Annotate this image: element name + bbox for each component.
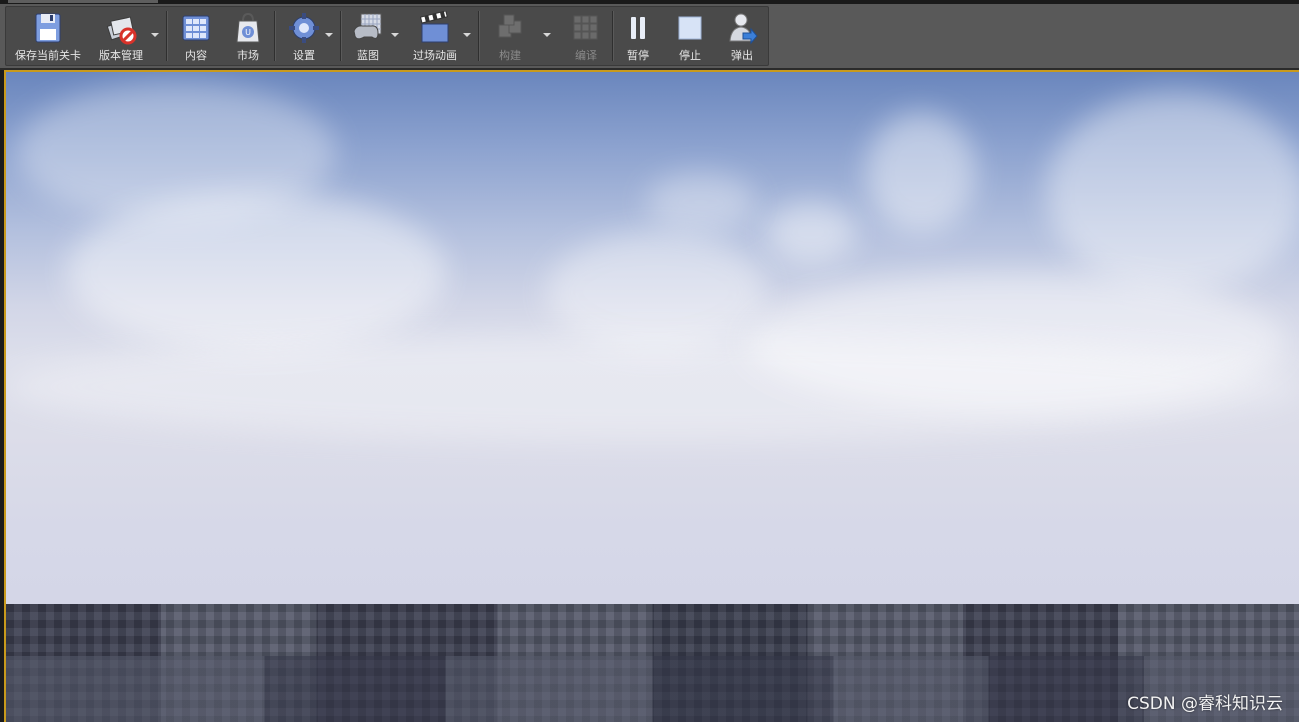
svg-text:U: U bbox=[245, 28, 251, 37]
marketplace-button[interactable]: U 市场 bbox=[224, 7, 272, 65]
cloud bbox=[66, 192, 446, 352]
eject-label: 弹出 bbox=[731, 49, 753, 62]
blueprints-label: 蓝图 bbox=[357, 49, 379, 62]
cloud bbox=[1046, 92, 1299, 292]
cinematics-button[interactable]: 过场动画 bbox=[406, 7, 464, 65]
clapperboard-icon bbox=[419, 11, 449, 43]
stop-icon bbox=[678, 16, 702, 40]
toolbar-separator bbox=[166, 11, 168, 61]
compile-cube-icon bbox=[573, 15, 598, 40]
version-control-dropdown[interactable] bbox=[148, 7, 162, 65]
marketplace-bag-icon: U bbox=[236, 12, 260, 43]
checker-ground-plane bbox=[6, 604, 1299, 722]
cloud bbox=[866, 112, 976, 232]
pause-icon bbox=[631, 17, 645, 39]
content-label: 内容 bbox=[185, 49, 207, 62]
chevron-down-icon bbox=[463, 33, 471, 37]
sky-background bbox=[6, 72, 1299, 604]
build-dropdown[interactable] bbox=[540, 7, 554, 65]
compile-button[interactable]: 编译 bbox=[558, 7, 614, 65]
toolbar-separator bbox=[478, 11, 480, 61]
cloud bbox=[646, 172, 756, 232]
level-tab[interactable] bbox=[8, 0, 158, 3]
chevron-down-icon bbox=[325, 33, 333, 37]
blueprints-button[interactable]: 蓝图 bbox=[344, 7, 392, 65]
stop-label: 停止 bbox=[679, 49, 701, 62]
toolbar-separator bbox=[612, 11, 614, 61]
compile-label: 编译 bbox=[575, 49, 597, 62]
pause-label: 暂停 bbox=[627, 49, 649, 62]
content-button[interactable]: 内容 bbox=[170, 7, 222, 65]
build-button[interactable]: 构建 bbox=[482, 7, 538, 65]
version-control-icon bbox=[106, 16, 137, 45]
main-toolbar: 保存当前关卡 版本管理 内容 U 市场 设置 蓝图 过场动画 构建 编译 暂停 … bbox=[0, 4, 1299, 70]
marketplace-label: 市场 bbox=[237, 49, 259, 62]
settings-dropdown[interactable] bbox=[322, 7, 336, 65]
toolbar-panel: 保存当前关卡 版本管理 内容 U 市场 设置 蓝图 过场动画 构建 编译 暂停 … bbox=[5, 6, 769, 66]
watermark: CSDN @睿科知识云 bbox=[1127, 694, 1283, 714]
cloud bbox=[6, 332, 1299, 442]
save-current-level-label: 保存当前关卡 bbox=[15, 49, 81, 62]
toolbar-separator bbox=[274, 11, 276, 61]
eject-player-icon bbox=[729, 13, 758, 45]
save-current-level-button[interactable]: 保存当前关卡 bbox=[8, 7, 88, 65]
level-viewport[interactable]: CSDN @睿科知识云 bbox=[4, 70, 1299, 722]
build-blocks-icon bbox=[498, 14, 522, 38]
save-icon bbox=[35, 13, 61, 43]
chevron-down-icon bbox=[151, 33, 159, 37]
blueprints-dropdown[interactable] bbox=[388, 7, 402, 65]
cinematics-label: 过场动画 bbox=[413, 49, 457, 62]
cloud bbox=[766, 202, 856, 262]
toolbar-separator bbox=[340, 11, 342, 61]
blueprint-gamepad-icon bbox=[353, 13, 382, 40]
build-label: 构建 bbox=[499, 49, 521, 62]
eject-button[interactable]: 弹出 bbox=[720, 7, 764, 65]
chevron-down-icon bbox=[543, 33, 551, 37]
cinematics-dropdown[interactable] bbox=[460, 7, 474, 65]
version-control-label: 版本管理 bbox=[99, 49, 143, 62]
gear-icon bbox=[289, 13, 319, 43]
stop-button[interactable]: 停止 bbox=[668, 7, 712, 65]
content-browser-icon bbox=[182, 15, 210, 41]
checker-ground-row bbox=[6, 656, 1299, 722]
pause-button[interactable]: 暂停 bbox=[616, 7, 660, 65]
chevron-down-icon bbox=[391, 33, 399, 37]
version-control-button[interactable]: 版本管理 bbox=[92, 7, 150, 65]
